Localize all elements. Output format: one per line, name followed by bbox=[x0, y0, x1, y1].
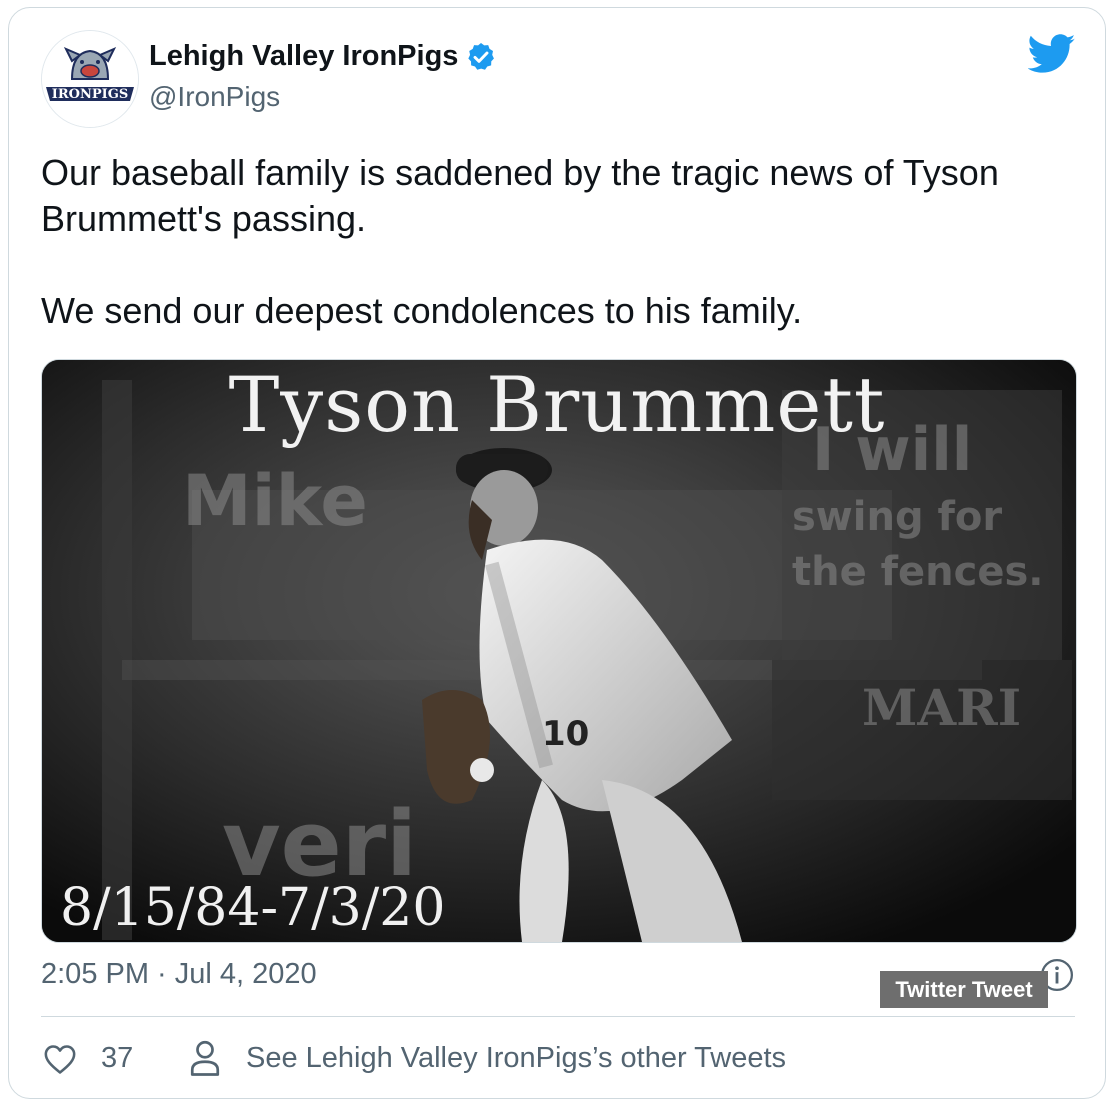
account-name[interactable]: Lehigh Valley IronPigs bbox=[149, 40, 458, 73]
heart-icon[interactable] bbox=[43, 1043, 77, 1075]
svg-text:10: 10 bbox=[542, 714, 589, 754]
account-handle[interactable]: @IronPigs bbox=[149, 81, 280, 113]
bg-text-mari: MARI bbox=[862, 678, 1021, 737]
bg-text-swing: swing for bbox=[792, 494, 1002, 540]
account-avatar[interactable]: IRONPIGS bbox=[41, 30, 139, 128]
twitter-bird-icon[interactable] bbox=[1028, 34, 1076, 74]
tweet-paragraph-2: We send our deepest condolences to his f… bbox=[41, 290, 803, 331]
ironpigs-logo-icon: IRONPIGS bbox=[42, 31, 138, 127]
account-name-row[interactable]: Lehigh Valley IronPigs bbox=[149, 40, 497, 73]
photo-title: Tyson Brummett bbox=[228, 360, 886, 449]
bg-text-mike: Mike bbox=[182, 460, 368, 542]
verified-badge-icon bbox=[468, 42, 495, 70]
actions-divider bbox=[41, 1016, 1075, 1017]
see-other-tweets-link[interactable]: See Lehigh Valley IronPigs’s other Tweet… bbox=[246, 1042, 786, 1075]
tooltip: Twitter Tweet bbox=[880, 971, 1048, 1008]
tweet-paragraph-1: Our baseball family is saddened by the t… bbox=[41, 152, 999, 239]
bg-text-fences: the fences. bbox=[792, 549, 1044, 595]
person-icon[interactable] bbox=[190, 1040, 220, 1076]
like-count[interactable]: 37 bbox=[101, 1042, 133, 1075]
photo-dates: 8/15/84-7/3/20 bbox=[60, 878, 446, 938]
tweet-timestamp[interactable]: 2:05 PM · Jul 4, 2020 bbox=[41, 958, 317, 991]
tweet-text: Our baseball family is saddened by the t… bbox=[41, 150, 1081, 334]
svg-text:IRONPIGS: IRONPIGS bbox=[52, 87, 128, 102]
